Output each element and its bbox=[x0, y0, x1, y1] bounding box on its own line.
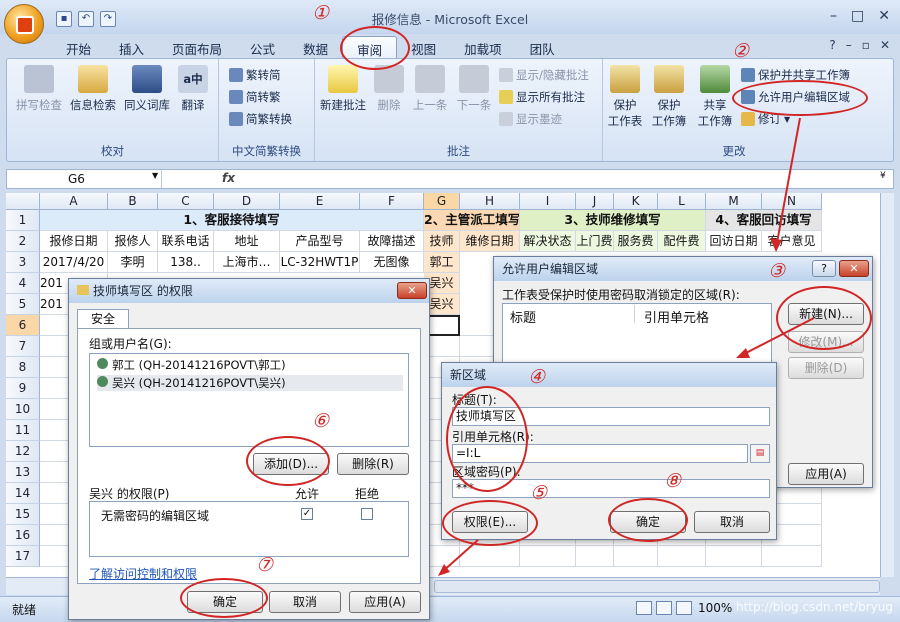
annotation-number-4: ④ bbox=[528, 366, 546, 388]
annotation-ring-8 bbox=[608, 498, 688, 542]
annotation-ring-6 bbox=[246, 436, 330, 486]
annotation-ring-3 bbox=[776, 286, 872, 350]
arrow-2-to-3 bbox=[775, 117, 801, 249]
annotation-ring-7 bbox=[180, 578, 268, 618]
annotation-ring-5 bbox=[442, 500, 538, 546]
annotation-number-8: ⑧ bbox=[664, 470, 682, 492]
annotation-number-2: ② bbox=[732, 40, 750, 62]
office-button[interactable] bbox=[4, 4, 44, 44]
arrow-head bbox=[770, 238, 782, 252]
annotation-number-7: ⑦ bbox=[256, 554, 274, 576]
annotation-ring-1 bbox=[340, 26, 410, 70]
annotation-number-3: ③ bbox=[768, 260, 786, 282]
arrow-5-to-7 bbox=[441, 539, 479, 573]
annotation-number-1: ① bbox=[312, 2, 330, 24]
annotation-number-6: ⑥ bbox=[312, 410, 330, 432]
annotation-number-5: ⑤ bbox=[530, 482, 548, 504]
annotation-ring-2 bbox=[732, 80, 868, 116]
arrow-head bbox=[736, 348, 750, 358]
annotation-ring-4 bbox=[446, 386, 528, 492]
